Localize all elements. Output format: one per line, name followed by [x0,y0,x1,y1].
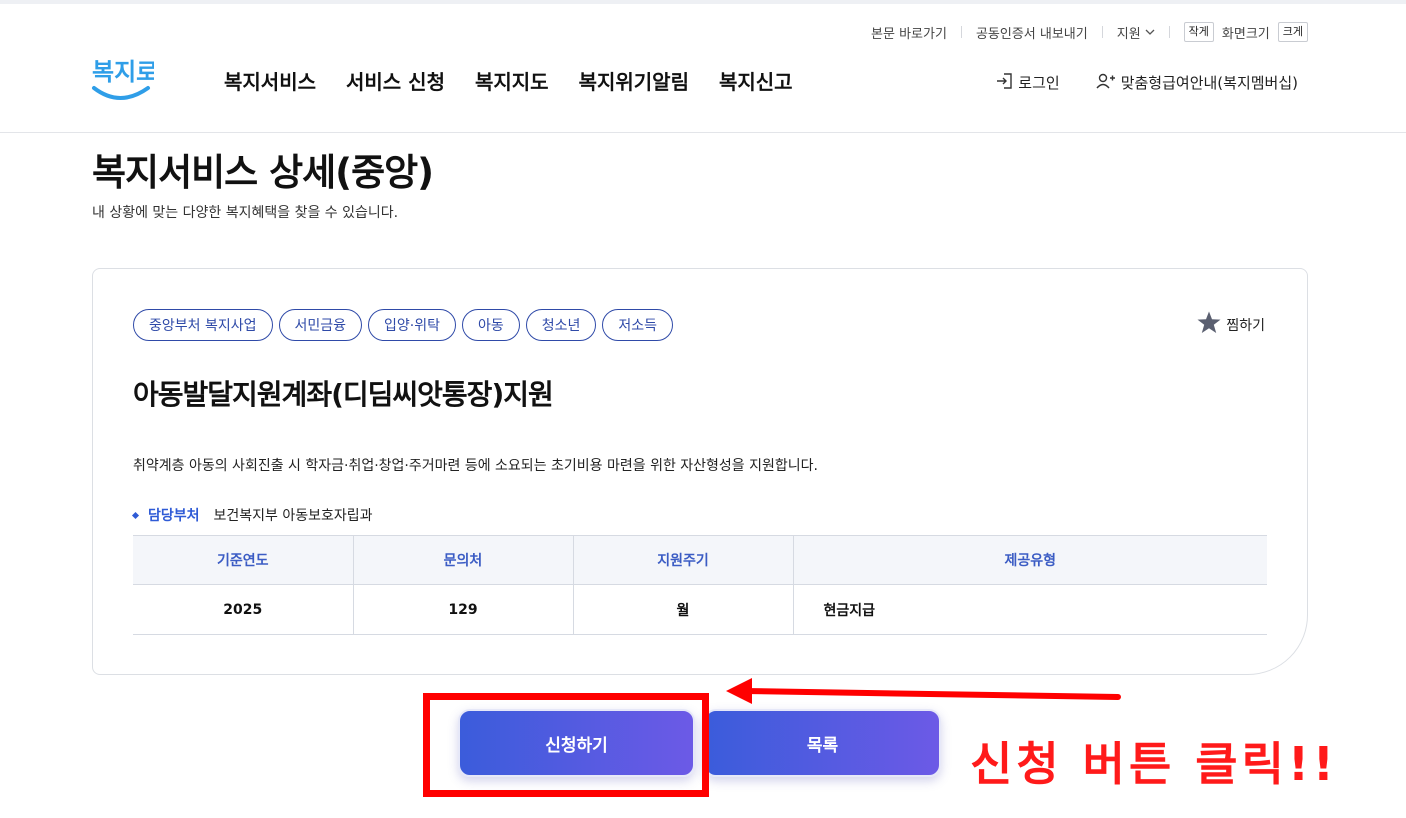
header-divider [0,132,1406,133]
top-stripe [0,0,1406,4]
login-icon [995,72,1013,93]
table-row: 2025 129 월 현금지급 [133,584,1267,635]
annotation-highlight-box [423,693,709,797]
list-button[interactable]: 목록 [704,709,941,777]
skip-to-content-link[interactable]: 본문 바로가기 [871,23,947,42]
chevron-down-icon [1145,29,1155,35]
star-icon [1197,311,1221,338]
bookmark-label: 찜하기 [1226,317,1265,334]
service-title: 아동발달지원계좌(디딤씨앗통장)지원 [133,378,554,411]
tag-adoption-foster[interactable]: 입양·위탁 [368,309,457,341]
page-title: 복지서비스 상세(중앙) [92,151,434,194]
nav-welfare-services[interactable]: 복지서비스 [224,66,316,95]
table-header-contact: 문의처 [352,535,573,585]
utility-bar: 본문 바로가기 공동인증서 내보내기 지원 작게 화면크기 크게 [871,20,1308,44]
main-navigation: 복지서비스 서비스 신청 복지지도 복지위기알림 복지신고 [224,66,793,95]
support-dropdown[interactable]: 지원 [1117,23,1155,42]
table-cell-provision-type: 현금지급 [792,584,1267,635]
divider [1101,26,1103,38]
department-label: 담당부처 [148,508,200,524]
tag-central-ministry[interactable]: 중앙부처 복지사업 [133,309,273,341]
table-cell-base-year: 2025 [133,584,353,635]
page-subtitle: 내 상황에 맞는 다양한 복지혜택을 찾을 수 있습니다. [92,205,399,221]
bookmark-button[interactable]: 찜하기 [1197,311,1265,338]
cert-export-link[interactable]: 공동인증서 내보내기 [976,23,1088,42]
membership-link[interactable]: 맞춤형급여안내(복지멤버십) [1096,72,1298,93]
membership-label: 맞춤형급여안내(복지멤버십) [1120,74,1298,92]
annotation-arrow-icon [726,678,1121,704]
font-size-large-button[interactable]: 크게 [1277,22,1308,42]
font-size-small-button[interactable]: 작게 [1183,22,1214,42]
account-links: 로그인 맞춤형급여안내(복지멤버십) [995,72,1298,93]
table-cell-support-cycle: 월 [572,584,793,635]
service-tags: 중앙부처 복지사업 서민금융 입양·위탁 아동 청소년 저소득 [133,309,674,341]
nav-welfare-crisis-alert[interactable]: 복지위기알림 [579,66,689,95]
nav-welfare-map[interactable]: 복지지도 [475,66,549,95]
table-header-base-year: 기준연도 [133,535,353,585]
login-link[interactable]: 로그인 [995,72,1060,93]
nav-service-application[interactable]: 서비스 신청 [346,66,445,95]
bullet-diamond-icon [131,511,140,519]
service-detail-card: 중앙부처 복지사업 서민금융 입양·위탁 아동 청소년 저소득 찜하기 아동발달… [92,268,1308,675]
table-cell-contact: 129 [352,584,573,635]
annotation-text: 신청 버튼 클릭!! [970,737,1338,791]
service-description: 취약계층 아동의 사회진출 시 학자금·취업·창업·주거마련 등에 소요되는 초… [133,458,818,474]
logo-wordmark: 복지로 [92,58,154,86]
font-size-label: 화면크기 [1221,26,1270,42]
nav-welfare-report[interactable]: 복지신고 [719,66,793,95]
service-info-table: 기준연도 문의처 지원주기 제공유형 2025 129 월 현금지급 [133,535,1267,635]
table-header-support-cycle: 지원주기 [572,535,793,585]
tag-youth[interactable]: 청소년 [525,309,597,341]
department-value: 보건복지부 아동보호자립과 [213,508,373,524]
divider [1168,26,1170,38]
divider [960,26,962,38]
user-add-icon [1096,73,1116,93]
support-label: 지원 [1116,26,1141,42]
table-header-row: 기준연도 문의처 지원주기 제공유형 [133,535,1267,585]
bokjiro-logo[interactable]: 복지로 [90,50,158,104]
tag-microfinance[interactable]: 서민금융 [278,309,363,341]
tag-low-income[interactable]: 저소득 [602,309,674,341]
table-header-provision-type: 제공유형 [792,535,1267,585]
responsible-department: 담당부처 보건복지부 아동보호자립과 [131,505,373,525]
login-label: 로그인 [1018,74,1060,92]
tag-children[interactable]: 아동 [462,309,520,341]
